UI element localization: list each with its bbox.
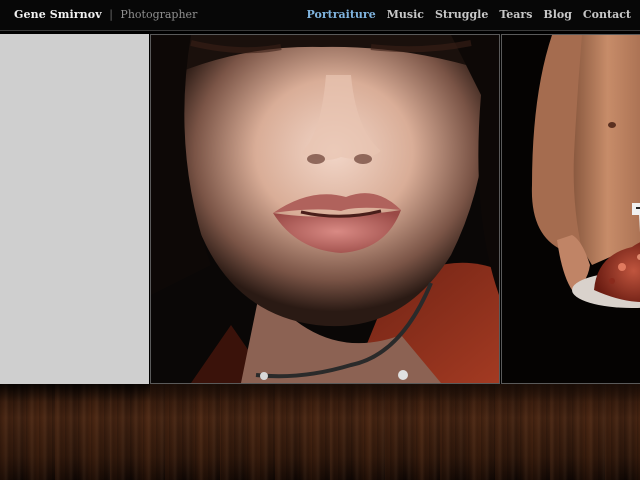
portrait-photo-main[interactable] <box>150 34 500 384</box>
site-brand[interactable]: Gene Smirnov | Photographer <box>14 8 197 22</box>
portrait-photo-second-image <box>502 35 640 383</box>
nav-item-tears[interactable]: Tears <box>499 8 532 22</box>
portrait-photo-image <box>151 35 499 383</box>
nav-item-struggle[interactable]: Struggle <box>435 8 488 22</box>
nav-item-portraiture[interactable]: Portraiture <box>307 8 376 22</box>
gallery-placeholder-panel <box>0 34 149 384</box>
brand-separator: | <box>109 8 113 21</box>
portrait-photo-second[interactable] <box>501 34 640 384</box>
photo-gallery <box>0 32 640 384</box>
page: Gene Smirnov | Photographer Portraiture … <box>0 0 640 480</box>
nav-item-contact[interactable]: Contact <box>583 8 631 22</box>
brand-role: Photographer <box>120 8 198 21</box>
nav-item-blog[interactable]: Blog <box>543 8 572 22</box>
site-header: Gene Smirnov | Photographer Portraiture … <box>0 0 640 31</box>
main-nav: Portraiture Music Struggle Tears Blog Co… <box>307 8 631 22</box>
floor-reflection <box>150 384 640 424</box>
brand-name: Gene Smirnov <box>14 8 102 21</box>
nav-item-music[interactable]: Music <box>387 8 424 22</box>
wood-floor-background <box>0 384 640 480</box>
